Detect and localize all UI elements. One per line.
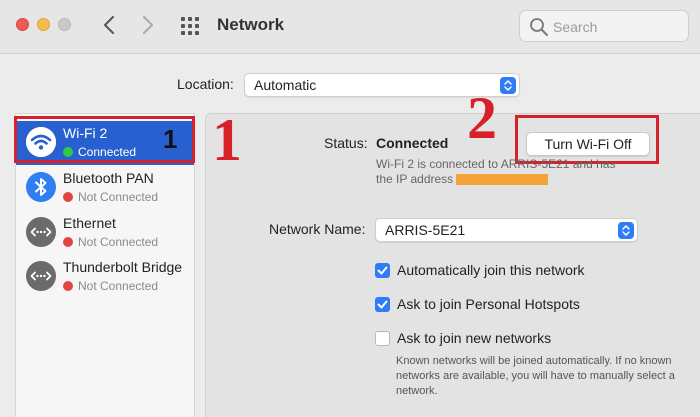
location-value: Automatic <box>254 77 317 93</box>
annotation-number-1: 1 <box>212 107 242 173</box>
sidebar-item-thunderbolt-bridge[interactable]: Thunderbolt Bridge Not Connected <box>16 255 194 299</box>
new-networks-label: Ask to join new networks <box>397 330 552 346</box>
show-all-grid-icon[interactable] <box>180 16 200 36</box>
back-button[interactable] <box>97 12 121 38</box>
auto-join-checkbox[interactable] <box>375 263 390 278</box>
window-title: Network <box>217 15 285 34</box>
sidebar-item-name: Ethernet <box>63 215 116 231</box>
network-name-value: ARRIS-5E21 <box>385 222 466 238</box>
status-text: Not Connected <box>78 190 159 204</box>
personal-hotspots-checkbox[interactable] <box>375 297 390 312</box>
status-dot-icon <box>63 281 73 291</box>
chevron-right-icon <box>143 16 153 34</box>
select-stepper-icon <box>618 222 634 239</box>
network-name-label: Network Name: <box>269 221 366 237</box>
forward-button[interactable] <box>136 12 160 38</box>
new-networks-checkbox[interactable] <box>375 331 390 346</box>
status-text: Not Connected <box>78 279 159 293</box>
search-input[interactable] <box>553 17 683 37</box>
close-window-button[interactable] <box>16 18 29 31</box>
ip-address-label: the IP address <box>376 172 454 186</box>
status-dot-icon <box>63 192 73 202</box>
sidebar-item-bluetooth-pan[interactable]: Bluetooth PAN Not Connected <box>16 166 194 210</box>
sidebar-item-name: Thunderbolt Bridge <box>63 259 183 275</box>
sidebar-item-status: Not Connected <box>63 279 158 293</box>
thunderbolt-bridge-icon <box>26 261 56 291</box>
sidebar-item-ethernet[interactable]: Ethernet Not Connected <box>16 211 194 255</box>
ethernet-icon <box>26 217 56 247</box>
ip-address-redaction <box>456 174 549 186</box>
network-name-select[interactable]: ARRIS-5E21 <box>375 218 638 242</box>
search-icon <box>530 18 548 36</box>
status-text: Not Connected <box>78 235 159 249</box>
sidebar-item-status: Not Connected <box>63 235 158 249</box>
select-stepper-icon <box>500 77 516 94</box>
annotation-number-small-1: 1 <box>163 124 178 154</box>
auto-join-label: Automatically join this network <box>397 262 585 278</box>
sidebar-item-name: Bluetooth PAN <box>63 170 154 186</box>
bluetooth-icon <box>26 172 56 202</box>
known-networks-hint: Known networks will be joined automatica… <box>396 355 675 397</box>
location-label: Location: <box>177 76 234 92</box>
status-description: Wi-Fi 2 is connected to ARRIS-5E21 and h… <box>376 157 646 187</box>
chevron-left-icon <box>104 16 114 34</box>
search-field[interactable] <box>519 10 689 42</box>
status-value: Connected <box>376 135 449 151</box>
minimize-window-button[interactable] <box>37 18 50 31</box>
status-label: Status: <box>324 135 368 151</box>
window-toolbar: Network <box>0 0 700 54</box>
status-description-line-2: the IP address <box>376 172 646 187</box>
personal-hotspots-label: Ask to join Personal Hotspots <box>397 296 580 312</box>
status-dot-icon <box>63 237 73 247</box>
zoom-window-button[interactable] <box>58 18 71 31</box>
status-description-line-1: Wi-Fi 2 is connected to ARRIS-5E21 and h… <box>376 157 616 171</box>
sidebar-item-status: Not Connected <box>63 190 158 204</box>
annotation-number-2: 2 <box>467 85 497 151</box>
